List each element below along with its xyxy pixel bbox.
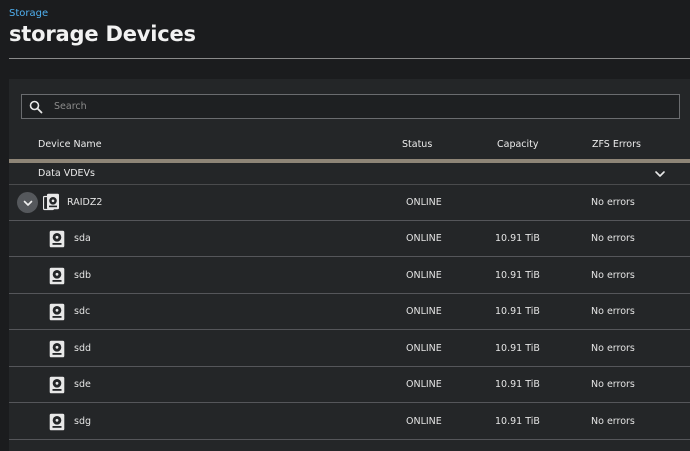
disk-status: ONLINE	[406, 269, 442, 281]
group-label: Data VDEVs	[38, 168, 95, 179]
disk-status: ONLINE	[406, 342, 442, 354]
disk-zfs-errors: No errors	[591, 269, 635, 281]
disk-capacity: 10.91 TiB	[495, 269, 540, 281]
disk-zfs-errors: No errors	[591, 416, 635, 427]
disk-zfs-errors: No errors	[591, 233, 635, 244]
disk-name: sdc	[74, 306, 91, 318]
disk-status: ONLINE	[406, 416, 442, 427]
disk-name: sda	[74, 233, 91, 244]
disk-zfs-errors: No errors	[591, 379, 635, 391]
search-box[interactable]	[21, 94, 680, 119]
hard-disk-icon	[49, 340, 65, 358]
disk-name: sde	[74, 379, 91, 391]
disk-status: ONLINE	[406, 379, 442, 391]
title-divider	[9, 58, 690, 59]
page-title: storage Devices	[9, 22, 196, 46]
vdev-row[interactable]: RAIDZ2 ONLINE No errors	[9, 185, 690, 221]
hard-disk-icon	[49, 267, 65, 284]
column-header-capacity[interactable]: Capacity	[497, 131, 539, 159]
hard-disk-icon	[49, 230, 65, 248]
disk-status: ONLINE	[406, 306, 442, 318]
disk-capacity: 10.91 TiB	[495, 233, 540, 244]
breadcrumb[interactable]: Storage	[9, 8, 48, 19]
devices-card: Device Name Status Capacity ZFS Errors D…	[9, 79, 690, 451]
disk-capacity: 10.91 TiB	[495, 306, 540, 318]
disk-row-sdd[interactable]: sdd ONLINE 10.91 TiB No errors	[9, 331, 690, 367]
raidz-icon	[43, 193, 59, 211]
disk-name: sdg	[74, 416, 92, 427]
disk-row-sda[interactable]: sda ONLINE 10.91 TiB No errors	[9, 221, 690, 257]
column-header-zfs-errors[interactable]: ZFS Errors	[592, 131, 641, 159]
disk-capacity: 10.91 TiB	[495, 342, 540, 354]
chevron-down-icon	[23, 200, 32, 206]
disk-capacity: 10.91 TiB	[495, 379, 540, 391]
disk-zfs-errors: No errors	[591, 306, 635, 318]
vdev-zfs-errors: No errors	[591, 197, 635, 208]
hard-disk-icon	[49, 413, 65, 431]
vdev-name: RAIDZ2	[67, 197, 103, 208]
hard-disk-icon	[49, 303, 65, 321]
search-input[interactable]	[54, 95, 679, 118]
hard-disk-icon	[49, 377, 65, 394]
chevron-down-icon[interactable]	[654, 168, 666, 180]
disk-capacity: 10.91 TiB	[495, 416, 540, 427]
disk-row-sdc[interactable]: sdc ONLINE 10.91 TiB No errors	[9, 294, 690, 331]
column-header-status[interactable]: Status	[402, 131, 432, 159]
disk-name: sdd	[74, 342, 92, 354]
expand-toggle-button[interactable]	[17, 192, 38, 213]
disk-row-sdb[interactable]: sdb ONLINE 10.91 TiB No errors	[9, 258, 690, 294]
disk-zfs-errors: No errors	[591, 342, 635, 354]
disk-name: sdb	[74, 269, 92, 281]
column-header-device-name[interactable]: Device Name	[38, 131, 102, 159]
search-icon	[29, 100, 43, 113]
disk-row-sde[interactable]: sde ONLINE 10.91 TiB No errors	[9, 367, 690, 404]
group-row-data-vdevs[interactable]: Data VDEVs	[9, 163, 690, 185]
disk-status: ONLINE	[406, 233, 442, 244]
vdev-status: ONLINE	[406, 197, 442, 208]
disk-row-sdg[interactable]: sdg ONLINE 10.91 TiB No errors	[9, 404, 690, 440]
table-header: Device Name Status Capacity ZFS Errors	[9, 131, 690, 163]
